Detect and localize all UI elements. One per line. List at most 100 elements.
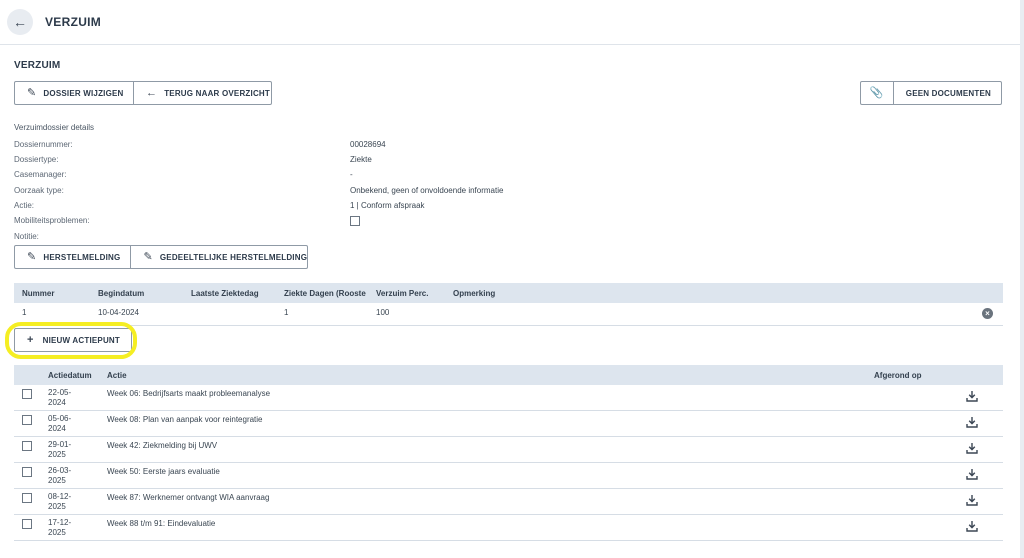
action-text: Week 08: Plan van aanpak voor reintegrat… [107,415,263,424]
paperclip-icon: 📎 [869,86,884,99]
action-date: 08-12- 2025 [48,492,88,512]
documents-label: GEEN DOCUMENTEN [905,88,991,98]
row-checkbox[interactable] [22,441,32,451]
detail-label: Casemanager: [14,170,67,179]
scrollbar-track[interactable] [1020,0,1024,558]
row-checkbox[interactable] [22,493,32,503]
table-row[interactable]: 05-06- 2024 Week 08: Plan van aanpak voor… [14,411,1003,437]
column-header[interactable]: Ziekte Dagen (Rooste [284,289,369,298]
download-icon[interactable] [965,441,979,455]
table-row[interactable]: 08-12- 2025 Week 87: Werknemer ontvangt W… [14,489,1003,515]
cell-nummer: 1 [22,308,27,317]
detail-label: Actie: [14,201,35,210]
back-to-overview-button[interactable]: ← TERUG NAAR OVERZICHT [133,82,280,104]
column-header[interactable]: Laatste Ziektedag [191,289,259,298]
detail-value: Onbekend, geen of onvoldoende informatie [350,186,504,195]
section-title: VERZUIM [14,60,61,71]
action-date: 26-03- 2025 [48,466,88,486]
herstelmelding-label: HERSTELMELDING [43,252,121,262]
action-text: Week 06: Bedrijfsarts maakt probleemanal… [107,389,271,398]
date-part: 2025 [48,528,66,537]
detail-label: Oorzaak type: [14,186,64,195]
detail-row-casemanager: Casemanager: - [14,170,614,182]
date-part: 22-05- [48,388,72,397]
highlight-annotation [5,322,137,359]
documents-button[interactable]: GEEN DOCUMENTEN [892,82,1001,104]
date-part: 29-01- [48,440,72,449]
detail-label: Mobiliteitsproblemen: [14,216,90,225]
edit-dossier-button[interactable]: ✎ DOSSIER WIJZIGEN [15,82,133,104]
action-text: Week 50: Eerste jaars evaluatie [107,467,220,476]
column-header[interactable]: Verzuim Perc. [376,289,428,298]
action-text: Week 88 t/m 91: Eindevaluatie [107,519,216,528]
column-header[interactable]: Begindatum [98,289,144,298]
date-part: 08-12- [48,492,72,501]
action-text: Week 87: Werknemer ontvangt WIA aanvraag [107,493,270,502]
table-row[interactable]: 22-05- 2024 Week 06: Bedrijfsarts maakt p… [14,385,1003,411]
page-title: VERZUIM [45,15,102,29]
action-text: Week 42: Ziekmelding bij UWV [107,441,218,450]
detail-row-dossiernummer: Dossiernummer: 00028694 [14,140,614,152]
date-part: 05-06- [48,414,72,423]
cell-ziekte-dagen: 1 [284,308,289,317]
actions-table-header: Actiedatum Actie Afgerond op [14,365,1003,385]
detail-row-notitie: Notitie: [14,232,614,244]
table-row[interactable]: 17-12- 2025 Week 88 t/m 91: Eindevaluatie [14,515,1003,541]
action-date: 22-05- 2024 [48,388,88,408]
column-header[interactable]: Actiedatum [48,371,92,380]
mobility-checkbox[interactable] [350,216,360,228]
arrow-left-icon: ← [146,86,158,99]
date-part: 2025 [48,476,66,485]
row-checkbox[interactable] [22,389,32,399]
column-header[interactable]: Afgerond op [874,371,922,380]
checkbox[interactable] [350,216,360,226]
cell-verzuim-perc: 100 [376,308,390,317]
download-icon[interactable] [965,519,979,533]
date-part: 17-12- [48,518,72,527]
action-date: 05-06- 2024 [48,414,88,434]
pencil-icon: ✎ [27,250,37,263]
date-part: 26-03- [48,466,72,475]
dossier-toolbar: ✎ DOSSIER WIJZIGEN ← TERUG NAAR OVERZICH… [14,81,272,105]
attachment-button[interactable]: 📎 [861,82,893,104]
detail-row-mobiliteit: Mobiliteitsproblemen: [14,216,614,228]
row-checkbox[interactable] [22,467,32,477]
back-button[interactable]: ← [7,9,33,35]
details-header: Verzuimdossier details [14,123,95,132]
column-header[interactable]: Nummer [22,289,54,298]
download-icon[interactable] [965,389,979,403]
date-part: 2024 [48,424,66,433]
pencil-icon: ✎ [27,86,37,99]
pencil-icon: ✎ [143,250,153,263]
date-part: 2025 [48,450,66,459]
column-header[interactable]: Actie [107,371,127,380]
herstelmelding-button[interactable]: ✎ HERSTELMELDING [15,246,130,268]
detail-value: 00028694 [350,140,386,149]
close-circle-icon[interactable]: × [982,308,993,319]
download-icon[interactable] [965,415,979,429]
cell-begindatum: 10-04-2024 [98,308,139,317]
detail-row-oorzaak: Oorzaak type: Onbekend, geen of onvoldoe… [14,186,614,198]
table-row[interactable]: 26-03- 2025 Week 50: Eerste jaars evaluat… [14,463,1003,489]
row-checkbox[interactable] [22,415,32,425]
detail-label: Notitie: [14,232,39,241]
date-part: 2025 [48,502,66,511]
detail-row-actie: Actie: 1 | Conform afspraak [14,201,614,213]
edit-dossier-label: DOSSIER WIJZIGEN [43,88,124,98]
action-date: 29-01- 2025 [48,440,88,460]
sick-table-header: Nummer Begindatum Laatste Ziektedag Ziek… [14,283,1003,303]
table-row[interactable]: 29-01- 2025 Week 42: Ziekmelding bij UWV [14,437,1003,463]
detail-row-dossiertype: Dossiertype: Ziekte [14,155,614,167]
gedeeltelijke-herstelmelding-button[interactable]: ✎ GEDEELTELIJKE HERSTELMELDING [130,246,317,268]
download-icon[interactable] [965,467,979,481]
back-to-overview-label: TERUG NAAR OVERZICHT [164,88,270,98]
gedeeltelijke-herstelmelding-label: GEDEELTELIJKE HERSTELMELDING [159,252,308,262]
row-checkbox[interactable] [22,519,32,529]
download-icon[interactable] [965,493,979,507]
action-date: 17-12- 2025 [48,518,88,538]
column-header[interactable]: Opmerking [453,289,495,298]
recovery-toolbar: ✎ HERSTELMELDING ✎ GEDEELTELIJKE HERSTEL… [14,245,308,269]
detail-value: - [350,170,353,179]
documents-toolbar: 📎 GEEN DOCUMENTEN [860,81,1002,105]
table-row[interactable]: 1 10-04-2024 1 100 × [14,303,1003,326]
